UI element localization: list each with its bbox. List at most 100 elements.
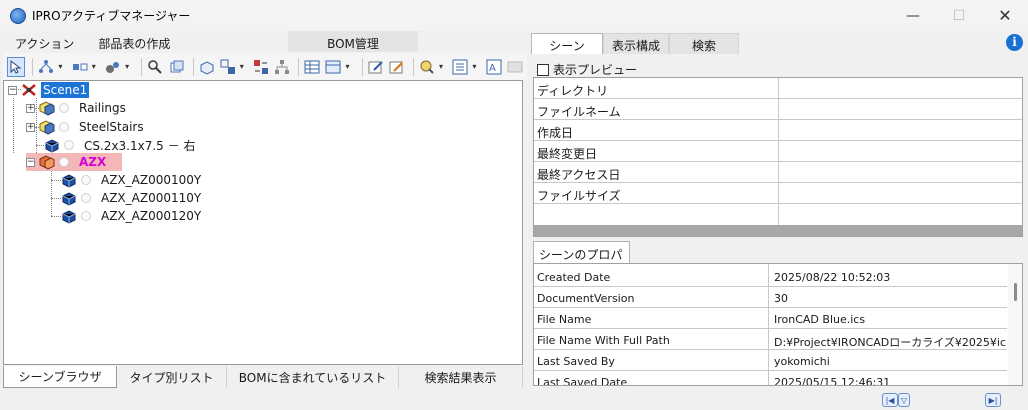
link-icon[interactable] <box>71 57 89 77</box>
file-info-row: ファイルネーム <box>534 99 1022 120</box>
property-value: D:¥Project¥IRONCADローカライズ¥2025¥icdc... <box>774 336 1006 349</box>
property-row[interactable]: Created Date 2025/08/22 10:52:03 <box>534 266 1007 287</box>
tab-search[interactable]: 検索 <box>669 33 739 54</box>
list-view-icon[interactable] <box>451 57 469 77</box>
preview-toggle[interactable]: 表示プレビュー <box>537 61 637 78</box>
property-key: File Name With Full Path <box>537 334 670 347</box>
toolbar-separator <box>192 57 194 76</box>
status-indicator <box>81 175 91 185</box>
part-icon <box>62 210 76 224</box>
tree-connector <box>51 180 61 181</box>
text-style-icon[interactable]: A <box>485 57 503 77</box>
assembly-icon <box>39 155 55 170</box>
last-page-icon[interactable]: ▶| <box>985 393 1001 407</box>
property-value: 30 <box>774 292 788 305</box>
part-icon <box>62 174 76 188</box>
property-row[interactable]: DocumentVersion 30 <box>534 287 1007 308</box>
file-info-row: ディレクトリ <box>534 78 1022 99</box>
assembly-dropdown-icon[interactable]: ▾ <box>240 62 247 71</box>
hierarchy-dropdown-icon[interactable]: ▾ <box>58 62 65 71</box>
tree-node-azx[interactable]: − AZX <box>26 153 122 171</box>
select-tool-icon[interactable] <box>7 56 26 77</box>
app-icon <box>10 7 26 24</box>
edit-icon[interactable] <box>367 57 385 77</box>
tab-scene[interactable]: シーン <box>531 33 603 54</box>
collapse-icon[interactable]: − <box>26 157 35 167</box>
title-bar: IPROアクティブマネージャー <box>0 0 1028 31</box>
table-dropdown-icon[interactable]: ▾ <box>346 62 353 71</box>
zoom-icon[interactable] <box>146 57 164 77</box>
tree-node-azx-child[interactable]: AZX_AZ000100Y <box>61 171 201 189</box>
link-dropdown-icon[interactable]: ▾ <box>92 62 99 71</box>
tree-node-railings[interactable]: + Railings <box>26 99 126 117</box>
property-key: Created Date <box>537 271 611 284</box>
property-row[interactable]: File Name IronCAD Blue.ics <box>534 308 1007 329</box>
property-key: File Name <box>537 313 592 326</box>
tree-node-steelstairs[interactable]: + SteelStairs <box>26 118 144 136</box>
status-indicator <box>59 103 69 113</box>
bottom-tabs: シーンブラウザ タイプ別リスト BOMに含まれているリスト 検索結果表示 <box>3 366 523 388</box>
part-icon[interactable] <box>198 57 216 77</box>
maximize-button[interactable]: ☐ <box>936 0 982 31</box>
preview-checkbox[interactable] <box>537 63 549 76</box>
info-icon[interactable]: i <box>1006 34 1023 51</box>
swap-icon[interactable] <box>252 57 270 77</box>
collapse-icon[interactable]: − <box>8 85 17 95</box>
hierarchy-icon[interactable] <box>37 57 55 77</box>
tab-type-list[interactable]: タイプ別リスト <box>117 366 227 388</box>
file-info-row: 作成日 <box>534 120 1022 141</box>
property-key: Last Saved Date <box>537 376 628 386</box>
property-row[interactable]: Last Saved By yokomichi <box>534 350 1007 371</box>
slider-handle-icon[interactable]: ▽ <box>898 393 910 407</box>
menu-tab-bom-manage[interactable]: BOM管理 <box>288 31 418 52</box>
tree-structure-icon[interactable] <box>273 57 291 77</box>
toolbar-separator <box>412 57 414 76</box>
tree-node-cs[interactable]: CS.2x3.1x7.5 － 右 <box>44 136 195 154</box>
menu-tab-action[interactable]: アクション <box>3 31 86 52</box>
table-icon[interactable] <box>303 57 321 77</box>
pencil-icon[interactable] <box>388 57 406 77</box>
tree-node-azx-child[interactable]: AZX_AZ000110Y <box>61 189 201 207</box>
search-icon[interactable] <box>418 57 436 77</box>
menu-tab-bom-create[interactable]: 部品表の作成 <box>86 31 182 52</box>
file-info-row: ファイルサイズ <box>534 183 1022 204</box>
toolbar: ▾ ▾ ▾ ▾ ▾ ▾ ▾ A <box>3 53 527 80</box>
search-dropdown-icon[interactable]: ▾ <box>439 62 446 71</box>
assembly-icon[interactable] <box>219 57 237 77</box>
tree-label-cs: CS.2x3.1x7.5 － 右 <box>84 138 196 153</box>
status-indicator <box>64 140 74 150</box>
status-indicator <box>81 211 91 221</box>
tab-bom-list[interactable]: BOMに含まれているリスト <box>227 366 399 388</box>
group-dropdown-icon[interactable]: ▾ <box>125 62 132 71</box>
copy-icon[interactable] <box>167 57 185 77</box>
first-page-icon[interactable]: |◀ <box>882 393 898 407</box>
list-view-dropdown-icon[interactable]: ▾ <box>472 62 479 71</box>
scene-properties-grid[interactable]: Created Date 2025/08/22 10:52:03 Documen… <box>533 263 1023 386</box>
property-row[interactable]: File Name With Full Path D:¥Project¥IRON… <box>534 329 1007 350</box>
expand-icon[interactable]: + <box>26 103 35 113</box>
tree-label-scene: Scene1 <box>41 82 90 98</box>
scene-tree[interactable]: − Scene1 + Railings + SteelStairs CS.2x3… <box>3 80 523 365</box>
tab-search-results[interactable]: 検索結果表示 <box>399 366 523 388</box>
file-info-row: 最終変更日 <box>534 141 1022 162</box>
tree-node-scene[interactable]: − Scene1 <box>8 81 90 99</box>
minimize-button[interactable]: — <box>890 0 936 31</box>
tree-node-azx-child[interactable]: AZX_AZ000120Y <box>61 207 201 225</box>
tree-label-railings: Railings <box>79 101 126 115</box>
properties-scrollbar[interactable] <box>1008 264 1022 385</box>
expand-icon[interactable]: + <box>26 122 35 132</box>
tree-label-child: AZX_AZ000110Y <box>101 191 202 205</box>
table-settings-icon[interactable] <box>324 57 342 77</box>
tab-display-config[interactable]: 表示構成 <box>603 33 669 54</box>
menu-tabs: アクション 部品表の作成 BOM管理 <box>3 31 527 52</box>
property-key: DocumentVersion <box>537 292 635 305</box>
scene-icon <box>22 84 36 96</box>
group-icon[interactable] <box>104 57 122 77</box>
tab-scene-properties[interactable]: シーンのプロパティ <box>533 241 630 279</box>
file-info-key: 最終アクセス日 <box>537 168 621 182</box>
scrollbar-thumb[interactable] <box>1014 283 1017 301</box>
tab-scene-browser[interactable]: シーンブラウザ <box>3 366 117 388</box>
file-info-row: 最終アクセス日 <box>534 162 1022 183</box>
property-row[interactable]: Last Saved Date 2025/05/15 12:46:31 <box>534 371 1007 386</box>
close-button[interactable]: ✕ <box>982 0 1028 31</box>
